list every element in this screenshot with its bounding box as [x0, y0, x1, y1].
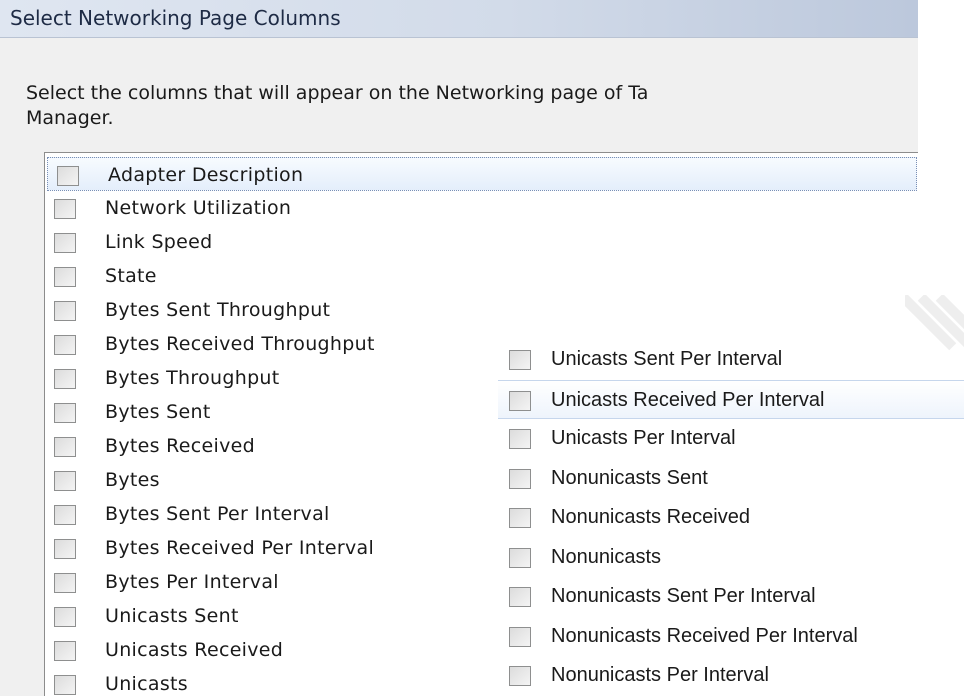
checkbox[interactable]	[54, 675, 76, 695]
column-item-nonunicasts-received[interactable]: Nonunicasts Received	[498, 498, 964, 538]
column-label: Unicasts	[105, 673, 188, 695]
column-item-nonunicasts-sent-per-interval[interactable]: Nonunicasts Sent Per Interval	[498, 577, 964, 617]
column-label: Nonunicasts Sent Per Interval	[551, 585, 816, 607]
checkbox[interactable]	[509, 468, 531, 489]
column-label: Nonunicasts	[551, 545, 662, 568]
column-label: Unicasts Received	[105, 639, 284, 661]
checkbox[interactable]	[509, 350, 531, 370]
column-label: Unicasts Sent Per Interval	[551, 348, 783, 370]
column-label: State	[105, 265, 157, 287]
checkbox[interactable]	[509, 547, 531, 568]
checkbox[interactable]	[54, 369, 76, 389]
checkbox[interactable]	[54, 641, 76, 661]
column-label: Nonunicasts Per Interval	[551, 664, 769, 686]
checkbox[interactable]	[54, 335, 76, 355]
column-item-state[interactable]: State	[45, 259, 918, 293]
checkbox[interactable]	[54, 539, 76, 559]
checkbox[interactable]	[54, 267, 76, 287]
checkbox[interactable]	[54, 437, 76, 457]
checkbox[interactable]	[509, 666, 531, 686]
column-label: Network Utilization	[105, 197, 292, 219]
column-label: Link Speed	[105, 231, 213, 253]
column-label: Bytes Sent	[105, 401, 211, 423]
description-line-1: Select the columns that will appear on t…	[26, 82, 649, 104]
checkbox[interactable]	[509, 626, 531, 647]
column-label: Bytes Sent Per Interval	[105, 503, 330, 525]
checkbox[interactable]	[57, 166, 79, 186]
column-label: Nonunicasts Received Per Interval	[551, 624, 858, 647]
column-item-unicasts-per-interval[interactable]: Unicasts Per Interval	[498, 419, 964, 459]
column-item-bytes-sent-throughput[interactable]: Bytes Sent Throughput	[45, 293, 918, 327]
column-label: Unicasts Received Per Interval	[551, 388, 825, 411]
column-label: Nonunicasts Sent	[551, 466, 708, 489]
column-label: Bytes	[105, 469, 160, 491]
column-item-nonunicasts-received-per-interval[interactable]: Nonunicasts Received Per Interval	[498, 617, 964, 657]
column-label: Adapter Description	[108, 164, 304, 186]
description-line-2: Manager.	[26, 107, 114, 129]
checkbox[interactable]	[54, 199, 76, 219]
column-label: Bytes Sent Throughput	[105, 299, 331, 321]
column-item-nonunicasts[interactable]: Nonunicasts	[498, 538, 964, 578]
window-title: Select Networking Page Columns	[10, 6, 341, 30]
column-label: Bytes Received Per Interval	[105, 537, 375, 559]
checkbox[interactable]	[509, 587, 531, 607]
checkbox[interactable]	[54, 505, 76, 525]
title-bar[interactable]: Select Networking Page Columns	[0, 0, 918, 38]
column-item-unicasts-sent-per-interval[interactable]: Unicasts Sent Per Interval	[498, 340, 964, 380]
column-label: Bytes Per Interval	[105, 571, 279, 593]
dialog-description: Select the columns that will appear on t…	[26, 81, 918, 131]
column-item-link-speed[interactable]: Link Speed	[45, 225, 918, 259]
checkbox[interactable]	[54, 301, 76, 321]
column-item-nonunicasts-per-interval[interactable]: Nonunicasts Per Interval	[498, 656, 964, 696]
checkbox[interactable]	[509, 508, 531, 528]
column-item-nonunicasts-sent[interactable]: Nonunicasts Sent	[498, 459, 964, 499]
checkbox[interactable]	[509, 390, 531, 411]
column-label: Bytes Received	[105, 435, 256, 457]
checkbox[interactable]	[509, 429, 531, 449]
column-label: Unicasts Sent	[105, 605, 239, 627]
column-label: Unicasts Per Interval	[551, 427, 736, 449]
checkbox[interactable]	[54, 607, 76, 627]
column-item-network-utilization[interactable]: Network Utilization	[45, 191, 918, 225]
checkbox[interactable]	[54, 233, 76, 253]
checkbox[interactable]	[54, 403, 76, 423]
column-item-unicasts-received-per-interval[interactable]: Unicasts Received Per Interval	[498, 379, 964, 419]
column-label: Bytes Throughput	[105, 367, 280, 389]
column-item-adapter-description[interactable]: Adapter Description	[47, 157, 917, 191]
columns-list-continued: Unicasts Sent Per Interval Unicasts Rece…	[498, 340, 964, 696]
column-label: Nonunicasts Received	[551, 506, 750, 528]
column-label: Bytes Received Throughput	[105, 333, 375, 355]
checkbox[interactable]	[54, 573, 76, 593]
checkbox[interactable]	[54, 471, 76, 491]
